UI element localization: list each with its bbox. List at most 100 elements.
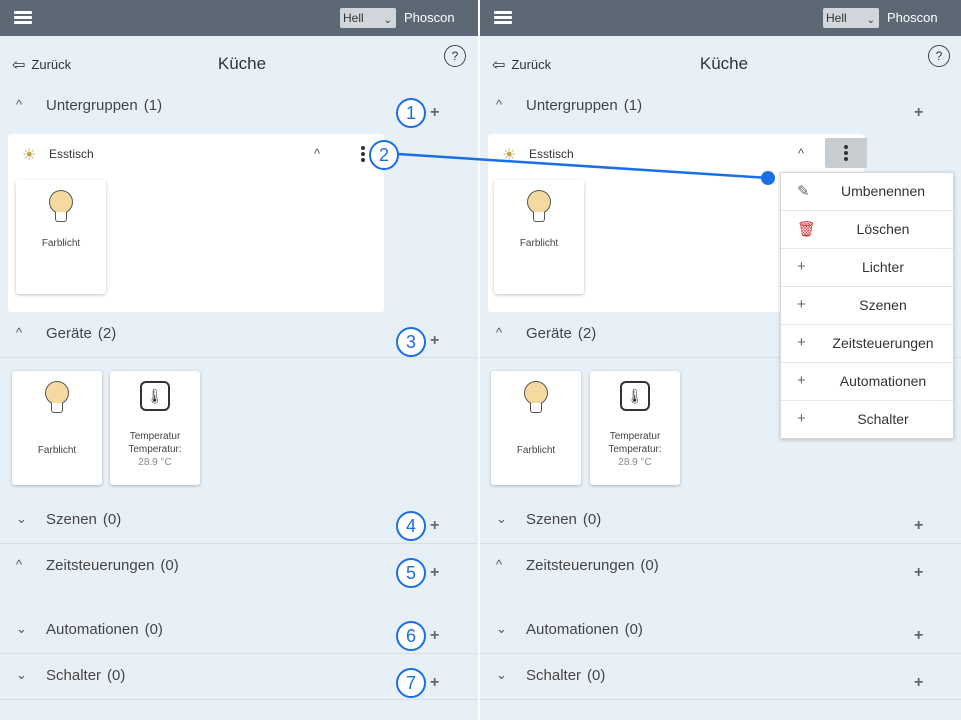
plus-icon: + [797,334,806,351]
sensor-label: Temperatur: [608,444,662,455]
more-button-active[interactable] [825,138,867,168]
menu-item-schalter[interactable]: + Schalter [781,401,953,438]
lightbulb-icon [525,190,553,226]
chevron-down-icon: ⌄ [496,667,507,682]
menu-item-zeitsteuerungen[interactable]: + Zeitsteuerungen [781,325,953,363]
menu-item-loeschen[interactable]: 🗑 Löschen [781,211,953,249]
annotation-badge-4: 4 [396,511,426,541]
section-label: Schalter [526,667,582,684]
section-count: (0) [102,511,122,528]
tile-label: Farblicht [516,445,556,456]
add-automation-button[interactable]: + [914,627,923,645]
lightbulb-icon [47,190,75,226]
add-zeitsteuerung-button[interactable]: + [430,564,439,582]
add-schalter-button[interactable]: + [430,674,439,692]
add-untergruppe-button[interactable]: + [914,104,923,122]
annotation-badge-6: 6 [396,621,426,651]
help-icon[interactable]: ? [444,45,466,67]
chevron-up-icon: ^ [16,557,23,572]
add-geraet-button[interactable]: + [430,332,439,350]
add-schalter-button[interactable]: + [914,674,923,692]
more-vertical-icon[interactable] [361,146,365,164]
chevron-up-icon[interactable]: ^ [798,146,804,161]
brand-name: Phoscon [404,10,455,25]
menu-icon[interactable] [14,11,32,25]
lightbulb-icon [522,381,550,417]
device-light-tile[interactable]: Farblicht [12,371,102,485]
section-label: Zeitsteuerungen [526,557,635,574]
help-icon[interactable]: ? [928,45,950,67]
plus-icon: + [797,410,806,427]
section-label: Untergruppen [526,97,618,114]
section-count: (0) [587,667,606,684]
context-menu: ✎ Umbenennen 🗑 Löschen + Lichter + Szenen + Z… [780,172,954,439]
trash-icon: 🗑 [797,221,817,238]
chevron-up-icon: ^ [496,325,503,340]
section-count: (0) [160,557,179,574]
theme-select-value: Hell [343,11,364,25]
section-label: Geräte [526,325,572,342]
chevron-down-icon: ⌄ [383,15,392,26]
tile-label: Farblicht [41,238,81,249]
top-bar: Hell ⌄ Phoscon [0,0,478,36]
arrow-left-icon: ⇦ [492,57,506,74]
menu-item-label: Lichter [861,259,905,275]
right-screen: Hell ⌄ Phoscon ⇦ Zurück Küche ? ^ Untergru… [480,0,961,720]
add-szene-button[interactable]: + [914,517,923,535]
group-light-tile[interactable]: Farblicht [494,180,584,294]
section-label: Untergruppen [46,97,138,114]
sensor-label: Temperatur: [128,444,182,455]
menu-icon[interactable] [494,11,512,25]
chevron-up-icon: ^ [496,557,503,572]
add-szene-button[interactable]: + [430,517,439,535]
group-light-tile[interactable]: Farblicht [16,180,106,294]
top-bar: Hell ⌄ Phoscon [480,0,961,36]
chevron-down-icon: ⌄ [866,15,875,26]
brand-name: Phoscon [887,10,938,25]
arrow-left-icon: ⇦ [12,57,26,74]
group-name: Esstisch [529,147,574,161]
menu-item-lichter[interactable]: + Lichter [781,249,953,287]
section-label: Automationen [526,621,619,638]
more-vertical-icon [844,145,848,163]
section-szenen[interactable]: ⌄ Szenen (0) [480,499,961,544]
theme-select[interactable]: Hell ⌄ [823,8,879,28]
tile-label: Temperatur [609,431,661,442]
device-light-tile[interactable]: Farblicht [491,371,581,485]
section-count: (0) [107,667,126,684]
chevron-down-icon: ⌄ [16,621,27,636]
chevron-down-icon: ⌄ [496,621,507,636]
theme-select[interactable]: Hell ⌄ [340,8,396,28]
back-button[interactable]: ⇦ Zurück [12,55,71,75]
chevron-up-icon: ^ [16,97,23,112]
device-sensor-tile[interactable]: 🌡 Temperatur Temperatur: 28.9 °C [590,371,680,485]
menu-item-automationen[interactable]: + Automationen [781,363,953,401]
tile-label: Temperatur [129,431,181,442]
thermometer-icon: 🌡 [140,381,170,411]
section-untergruppen[interactable]: ^ Untergruppen (1) [480,85,961,129]
section-schalter[interactable]: ⌄ Schalter (0) [480,655,961,700]
annotation-badge-7: 7 [396,668,426,698]
menu-item-szenen[interactable]: + Szenen [781,287,953,325]
section-label: Szenen [46,511,97,528]
tile-label: Farblicht [519,238,559,249]
menu-item-umbenennen[interactable]: ✎ Umbenennen [781,173,953,211]
section-automationen[interactable]: ⌄ Automationen (0) [480,609,961,654]
back-button[interactable]: ⇦ Zurück [492,55,551,75]
device-sensor-tile[interactable]: 🌡 Temperatur Temperatur: 28.9 °C [110,371,200,485]
add-untergruppe-button[interactable]: + [430,104,439,122]
section-label: Schalter [46,667,102,684]
plus-icon: + [797,372,806,389]
menu-item-label: Schalter [857,411,909,427]
section-zeitsteuerungen[interactable]: ^ Zeitsteuerungen (0) [480,545,961,609]
annotation-badge-2: 2 [369,140,399,170]
group-name: Esstisch [49,147,94,161]
thermometer-icon: 🌡 [620,381,650,411]
section-label: Automationen [46,621,139,638]
group-bulb-icon: ☀ [502,147,517,164]
lightbulb-icon [43,381,71,417]
add-zeitsteuerung-button[interactable]: + [914,564,923,582]
add-automation-button[interactable]: + [430,627,439,645]
chevron-up-icon[interactable]: ^ [314,146,320,161]
section-count: (0) [582,511,602,528]
